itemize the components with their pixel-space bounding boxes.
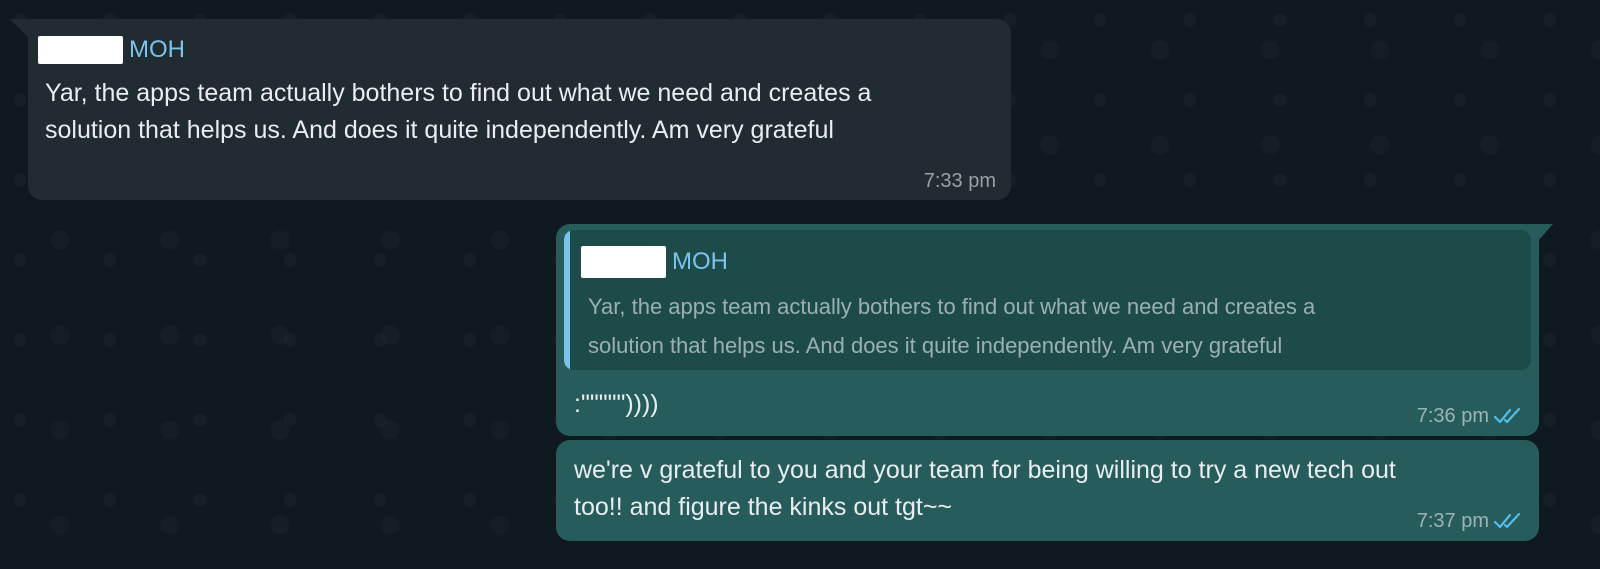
double-check-icon: [1493, 407, 1521, 424]
outgoing-message-bubble[interactable]: MOH Yar, the apps team actually bothers …: [556, 224, 1539, 436]
redacted-sender-name: [38, 36, 123, 64]
message-text: :""""")))): [574, 390, 659, 418]
quoted-sender-row: MOH: [581, 246, 728, 278]
message-text: Yar, the apps team actually bothers to f…: [45, 75, 871, 149]
incoming-message-bubble[interactable]: MOH Yar, the apps team actually bothers …: [28, 19, 1011, 200]
message-text-line: we're v grateful to you and your team fo…: [574, 456, 1396, 484]
quoted-message[interactable]: MOH Yar, the apps team actually bothers …: [564, 230, 1531, 370]
quote-accent-bar: [564, 230, 570, 370]
message-text-line: solution that helps us. And does it quit…: [45, 116, 834, 144]
message-text-line: too!! and figure the kinks out tgt~~: [574, 493, 953, 521]
sender-row: MOH: [38, 36, 185, 64]
message-text-line: Yar, the apps team actually bothers to f…: [45, 79, 872, 107]
quoted-text-line: solution that helps us. And does it quit…: [588, 333, 1283, 358]
message-text: we're v grateful to you and your team fo…: [574, 452, 1396, 526]
message-timestamp: 7:37 pm: [1416, 510, 1489, 532]
message-timestamp: 7:36 pm: [1416, 405, 1489, 427]
double-check-icon: [1493, 512, 1521, 529]
quoted-text: Yar, the apps team actually bothers to f…: [588, 287, 1315, 365]
sender-name[interactable]: MOH: [129, 36, 185, 64]
outgoing-message-bubble[interactable]: we're v grateful to you and your team fo…: [556, 440, 1539, 541]
chat-window: MOH Yar, the apps team actually bothers …: [0, 0, 1600, 569]
redacted-sender-name: [581, 246, 666, 278]
message-timestamp: 7:33 pm: [923, 170, 996, 192]
outgoing-bubble-tail: [1537, 224, 1553, 242]
quoted-sender-name: MOH: [672, 248, 728, 275]
incoming-bubble-tail: [10, 19, 28, 37]
quoted-text-line: Yar, the apps team actually bothers to f…: [588, 294, 1316, 319]
